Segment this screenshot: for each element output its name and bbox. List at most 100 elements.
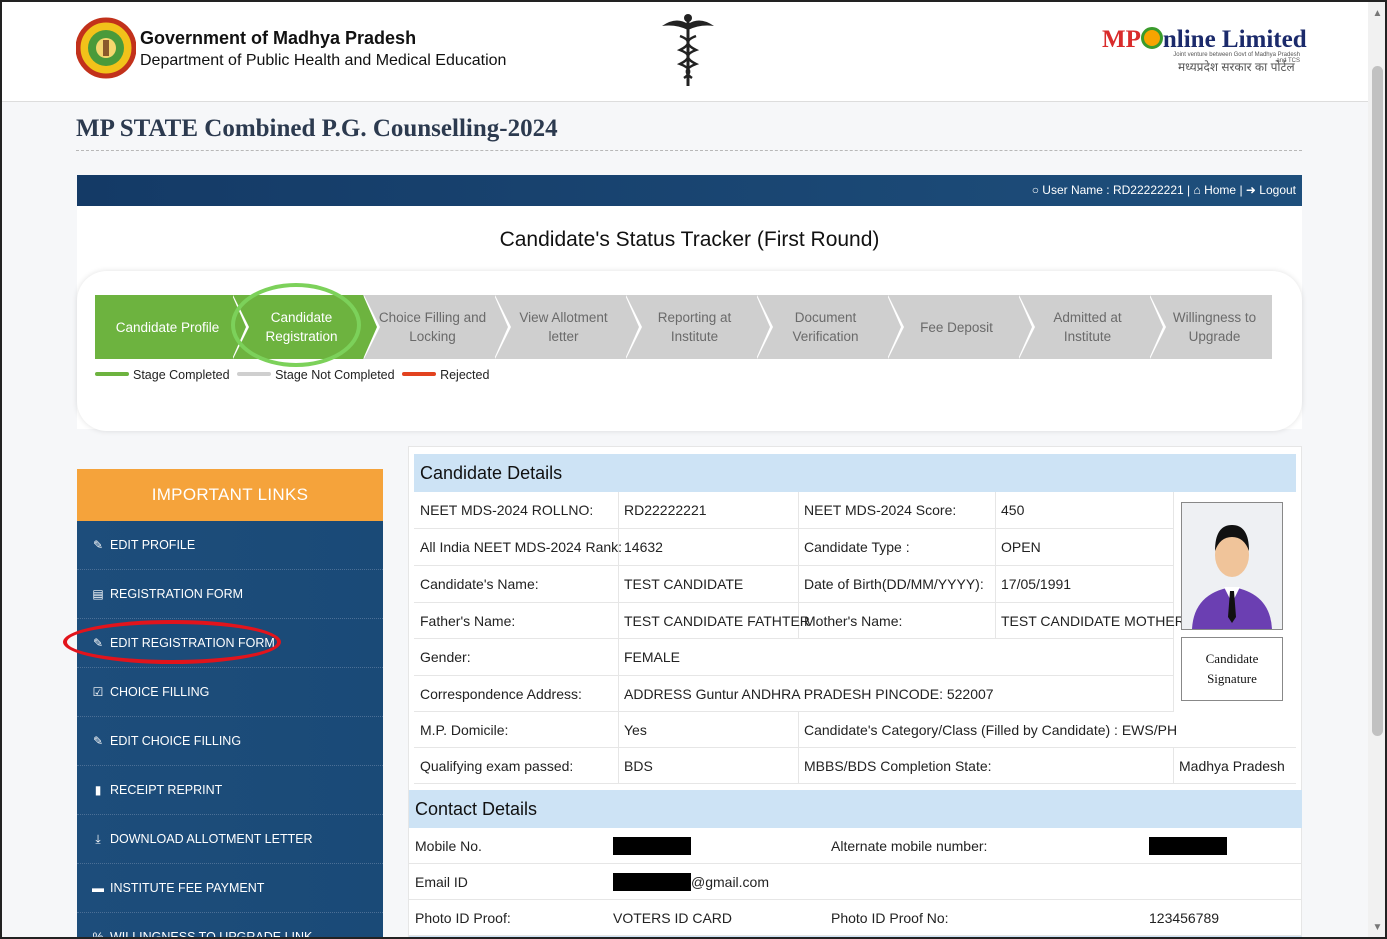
- scroll-up-arrow-icon[interactable]: ▲: [1368, 8, 1385, 24]
- qualifying-label: Qualifying exam passed:: [414, 748, 618, 784]
- alt-mobile-label: Alternate mobile number:: [831, 838, 988, 854]
- mother-value: TEST CANDIDATE MOTHER: [995, 603, 1185, 639]
- home-icon: ⌂: [1193, 183, 1201, 197]
- sidebar-item-receipt-reprint[interactable]: ▮ RECEIPT REPRINT: [77, 766, 383, 815]
- card-icon: ▬: [92, 881, 104, 895]
- step-choice-filling[interactable]: Choice Filling and Locking: [363, 295, 511, 359]
- logout-link[interactable]: Logout: [1259, 183, 1296, 197]
- score-label: NEET MDS-2024 Score:: [798, 492, 995, 529]
- home-link[interactable]: Home: [1204, 183, 1236, 197]
- redacted-block: [613, 873, 691, 891]
- redacted-block: [613, 837, 691, 855]
- name-label: Candidate's Name:: [414, 566, 618, 603]
- candidate-details-panel: Candidate Details NEET MDS-2024 ROLLNO: …: [408, 446, 1302, 937]
- completion-label: MBBS/BDS Completion State:: [798, 748, 1173, 784]
- gender-label: Gender:: [414, 639, 618, 676]
- title-divider: [76, 150, 1302, 151]
- photo-id-value: VOTERS ID CARD: [613, 910, 733, 926]
- form-icon: ▤: [92, 587, 104, 601]
- top-nav-bar: ○ User Name : RD22222221 | ⌂ Home | ➜ Lo…: [77, 175, 1302, 206]
- contact-row-photo-id: Photo ID Proof: VOTERS ID CARD Photo ID …: [409, 900, 1302, 936]
- sidebar-item-willingness-upgrade[interactable]: % WILLINGNESS TO UPGRADE LINK: [77, 913, 383, 939]
- link-icon: %: [92, 930, 104, 939]
- edit-icon: ✎: [92, 636, 104, 650]
- contact-details-title: Contact Details: [409, 790, 1302, 828]
- candidate-details-title: Candidate Details: [414, 454, 1296, 492]
- email-label: Email ID: [415, 874, 468, 890]
- mother-label: Mother's Name:: [798, 603, 995, 639]
- step-reporting[interactable]: Reporting at Institute: [625, 295, 773, 359]
- status-tracker-section: Candidate's Status Tracker (First Round)…: [77, 206, 1302, 431]
- completion-value: Madhya Pradesh: [1173, 748, 1296, 784]
- qualifying-value: BDS: [618, 748, 798, 784]
- rollno-label: NEET MDS-2024 ROLLNO:: [414, 492, 618, 529]
- tracker-card: Candidate Profile Candidate Registration …: [77, 271, 1302, 431]
- photo-id-label: Photo ID Proof:: [415, 910, 511, 926]
- step-document-verification[interactable]: Document Verification: [756, 295, 904, 359]
- candidate-photo: [1181, 502, 1283, 630]
- father-value: TEST CANDIDATE FATHTER: [618, 603, 810, 639]
- sidebar-item-institute-fee[interactable]: ▬ INSTITUTE FEE PAYMENT: [77, 864, 383, 913]
- mobile-label: Mobile No.: [415, 838, 482, 854]
- legend-rejected-swatch: [402, 372, 437, 376]
- sidebar-item-edit-profile[interactable]: ✎ EDIT PROFILE: [77, 521, 383, 570]
- mp-emblem-icon: [76, 17, 136, 79]
- gender-value: FEMALE: [618, 639, 1173, 676]
- alt-mobile-value: [1143, 828, 1302, 864]
- sidebar-item-edit-registration-form[interactable]: ✎ EDIT REGISTRATION FORM: [77, 619, 383, 668]
- user-name-label: User Name : RD22222221: [1042, 183, 1184, 197]
- sidebar-item-choice-filling[interactable]: ☑ CHOICE FILLING: [77, 668, 383, 717]
- browser-frame: Government of Madhya Pradesh Department …: [0, 0, 1387, 939]
- download-icon: ⤓: [95, 831, 101, 846]
- sidebar-title: IMPORTANT LINKS: [77, 469, 383, 521]
- sidebar-item-registration-form[interactable]: ▤ REGISTRATION FORM: [77, 570, 383, 619]
- step-admitted[interactable]: Admitted at Institute: [1018, 295, 1166, 359]
- caduceus-icon: [662, 14, 714, 86]
- gov-title: Government of Madhya Pradesh: [140, 28, 417, 48]
- step-fee-deposit[interactable]: Fee Deposit: [887, 295, 1035, 359]
- mponline-hindi-tagline: मध्यप्रदेश सरकार का पोर्टल: [1178, 60, 1295, 74]
- name-value: TEST CANDIDATE: [618, 566, 798, 603]
- address-label: Correspondence Address:: [414, 676, 618, 712]
- edit-icon: ✎: [92, 734, 104, 748]
- contact-row-mobile: Mobile No. Alternate mobile number:: [409, 828, 1302, 864]
- important-links-sidebar: IMPORTANT LINKS ✎ EDIT PROFILE ▤ REGISTRAT…: [77, 469, 383, 939]
- type-label: Candidate Type :: [798, 529, 995, 566]
- mponline-logo: MP nline Limited: [1102, 26, 1307, 53]
- tracker-legend: Stage Completed Stage Not Completed Reje…: [95, 368, 493, 382]
- rank-label: All India NEET MDS-2024 Rank:: [414, 529, 622, 566]
- scroll-down-arrow-icon[interactable]: ▼: [1368, 922, 1385, 937]
- legend-not-completed-swatch: [237, 372, 272, 376]
- tracker-title: Candidate's Status Tracker (First Round): [499, 228, 880, 251]
- sidebar-item-edit-choice-filling[interactable]: ✎ EDIT CHOICE FILLING: [77, 717, 383, 766]
- rank-value: 14632: [618, 529, 798, 566]
- father-label: Father's Name:: [414, 603, 618, 639]
- category-value: Candidate's Category/Class (Filled by Ca…: [798, 712, 1296, 748]
- tracker-steps: Candidate Profile Candidate Registration …: [95, 295, 1272, 359]
- logout-icon: ➜: [1245, 183, 1256, 197]
- step-candidate-profile[interactable]: Candidate Profile: [95, 295, 249, 359]
- scrollbar-thumb[interactable]: [1372, 66, 1383, 736]
- avatar-icon: [1182, 503, 1282, 629]
- score-value: 450: [995, 492, 1173, 529]
- file-icon: ▮: [94, 783, 102, 797]
- edit-icon: ✎: [92, 538, 104, 552]
- step-willingness-upgrade[interactable]: Willingness to Upgrade: [1149, 295, 1272, 359]
- dob-label: Date of Birth(DD/MM/YYYY):: [798, 566, 995, 603]
- step-candidate-registration[interactable]: Candidate Registration: [232, 295, 380, 359]
- legend-completed: Stage Completed: [133, 368, 230, 382]
- type-value: OPEN: [995, 529, 1173, 566]
- sidebar-item-download-allotment[interactable]: ⤓ DOWNLOAD ALLOTMENT LETTER: [77, 815, 383, 864]
- domicile-label: M.P. Domicile:: [414, 712, 618, 748]
- redacted-block: [1149, 837, 1227, 855]
- user-icon: ○: [1031, 183, 1039, 197]
- legend-completed-swatch: [95, 372, 129, 376]
- step-view-allotment[interactable]: View Allotment letter: [494, 295, 642, 359]
- site-header: Government of Madhya Pradesh Department …: [2, 2, 1368, 102]
- contact-row-email: Email ID @gmail.com: [409, 864, 1302, 900]
- address-value: ADDRESS Guntur ANDHRA PRADESH PINCODE: 5…: [618, 676, 1173, 712]
- nav-user-links: ○ User Name : RD22222221 | ⌂ Home | ➜ Lo…: [1031, 183, 1296, 197]
- rollno-value: RD22222221: [618, 492, 798, 529]
- photo-id-no-value: 123456789: [1149, 910, 1220, 926]
- legend-rejected: Rejected: [440, 368, 490, 382]
